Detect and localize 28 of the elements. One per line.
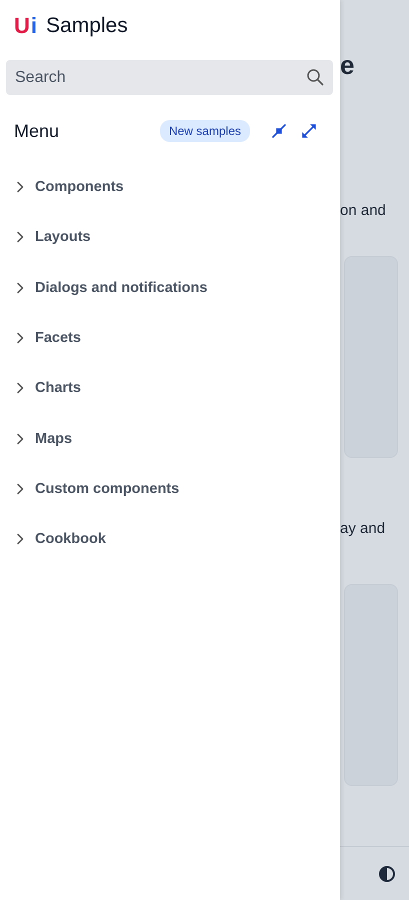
menu-item[interactable]: Charts — [0, 363, 340, 414]
menu-item[interactable]: Custom components — [0, 464, 340, 514]
app-title: Samples — [46, 14, 128, 38]
new-samples-badge[interactable]: New samples — [160, 120, 250, 142]
menu-item[interactable]: Maps — [0, 413, 340, 464]
logo: Ui — [14, 13, 38, 39]
search-icon — [306, 68, 324, 86]
menu-heading: Menu — [14, 120, 60, 142]
chevron-icon — [16, 432, 24, 445]
collapse-all-icon[interactable] — [272, 124, 286, 138]
chevron-icon — [16, 482, 24, 495]
chevron-icon — [16, 181, 24, 194]
page-heading: e — [340, 50, 354, 82]
menu-item[interactable]: Layouts — [0, 212, 340, 263]
search-field[interactable]: Search — [6, 60, 333, 95]
menu-item[interactable]: Cookbook — [0, 514, 340, 564]
menu-item[interactable]: Dialogs and notifications — [0, 262, 340, 313]
paragraph-text: on and — [340, 202, 386, 219]
theme-toggle-icon[interactable] — [379, 866, 395, 882]
menu-item[interactable]: Facets — [0, 312, 340, 364]
chevron-icon — [16, 533, 24, 546]
expand-all-icon[interactable] — [302, 124, 316, 138]
chevron-icon — [16, 332, 24, 344]
chevron-icon — [16, 231, 24, 244]
chevron-icon — [16, 382, 24, 394]
paragraph-text: ay and — [340, 520, 386, 537]
menu-item[interactable]: Components — [0, 162, 340, 212]
chevron-icon — [16, 282, 24, 294]
